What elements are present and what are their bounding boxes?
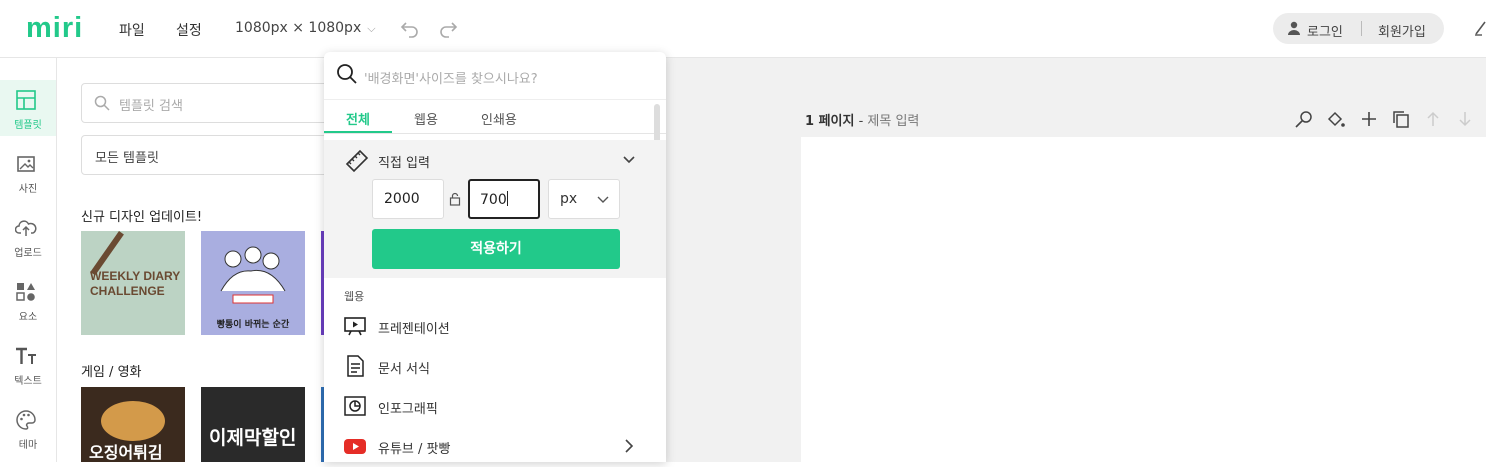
- tab-print[interactable]: 인쇄용: [481, 109, 517, 128]
- text-caret: [506, 191, 508, 206]
- youtube-icon: [344, 439, 366, 454]
- template-thumb[interactable]: 빵통이 바뀌는 순간: [201, 231, 305, 335]
- chevron-down-icon: [597, 196, 609, 203]
- chevron-right-icon: [625, 439, 634, 453]
- palette-icon: [16, 410, 36, 430]
- rail-item-elements[interactable]: 요소: [0, 272, 56, 328]
- rail-item-templates[interactable]: 템플릿: [0, 80, 56, 136]
- page-title[interactable]: 1 페이지 - 제목 입력: [805, 110, 919, 129]
- template-thumb[interactable]: 오징어튀김: [81, 387, 185, 462]
- left-rail: 템플릿 사진 업로드 요소 텍스트 테마: [0, 58, 57, 462]
- option-youtube[interactable]: 유튜브 / 팟빵: [324, 426, 666, 462]
- tab-all[interactable]: 전체: [346, 109, 370, 128]
- undo-icon[interactable]: [400, 20, 420, 38]
- rail-label: 템플릿: [14, 120, 42, 131]
- paint-bucket-icon[interactable]: [1325, 108, 1347, 130]
- search-placeholder: 템플릿 검색: [119, 99, 183, 114]
- chevron-down-icon[interactable]: [622, 152, 636, 166]
- search-icon: [337, 64, 357, 84]
- upload-cloud-icon: [15, 220, 37, 236]
- option-label: 프레젠테이션: [378, 322, 450, 337]
- thumb-text: WEEKLY DIARY CHALLENGE: [90, 269, 181, 298]
- user-icon: [1288, 21, 1300, 35]
- rail-item-text[interactable]: 텍스트: [0, 336, 56, 392]
- chevron-down-icon: ⌵: [367, 22, 376, 35]
- text-icon: [16, 347, 36, 364]
- lock-icon[interactable]: [449, 192, 461, 206]
- template-thumb[interactable]: WEEKLY DIARY CHALLENGE: [81, 231, 185, 335]
- canvas-size-dropdown: '배경화면'사이즈를 찾으시나요? 전체 웹용 인쇄용 직접 입력 2000 7…: [324, 52, 666, 462]
- infographic-icon: [344, 396, 366, 416]
- magic-brush-icon[interactable]: [1293, 108, 1315, 130]
- ruler-icon: [345, 149, 369, 173]
- template-thumb[interactable]: 이제막할인: [201, 387, 305, 462]
- option-label: 문서 서식: [378, 362, 430, 377]
- rail-label: 업로드: [14, 248, 42, 259]
- canvas-size-label: 1080px × 1080px: [235, 20, 362, 36]
- rail-item-theme[interactable]: 테마: [0, 400, 56, 456]
- section-title: 신규 디자인 업데이트!: [81, 210, 203, 225]
- food-image: [101, 401, 165, 441]
- top-bar: miri 파일 설정 1080px × 1080px ⌵ 로그인 회원가입: [0, 0, 1486, 58]
- elements-icon: [16, 283, 35, 301]
- duplicate-page-icon[interactable]: [1390, 108, 1412, 130]
- document-icon: [347, 355, 364, 377]
- menu-settings[interactable]: 설정: [176, 20, 202, 40]
- rail-item-photos[interactable]: 사진: [0, 144, 56, 200]
- tab-web[interactable]: 웹용: [414, 109, 438, 128]
- move-up-icon[interactable]: [1422, 108, 1444, 130]
- page-number: 1 페이지: [805, 114, 855, 129]
- page-sep: -: [854, 114, 868, 129]
- presentation-icon: [344, 317, 366, 336]
- signup-button[interactable]: 회원가입: [1378, 21, 1426, 40]
- rail-label: 요소: [18, 312, 38, 323]
- custom-size-title: 직접 입력: [378, 156, 430, 171]
- rail-label: 테마: [18, 440, 38, 451]
- height-input[interactable]: 700: [468, 179, 540, 219]
- move-down-icon[interactable]: [1454, 108, 1476, 130]
- thumb-text: 오징어튀김: [89, 443, 163, 462]
- unit-select[interactable]: px: [548, 179, 620, 219]
- divider: [1361, 21, 1362, 36]
- pen-icon[interactable]: [1474, 18, 1486, 36]
- rail-item-upload[interactable]: 업로드: [0, 208, 56, 264]
- template-search-input[interactable]: 템플릿 검색: [81, 83, 341, 123]
- custom-size-section: 직접 입력 2000 700 px 적용하기: [324, 140, 666, 278]
- option-label: 인포그래픽: [378, 402, 438, 417]
- editor-area: 1 페이지 - 제목 입력: [665, 58, 1486, 467]
- menu-file[interactable]: 파일: [119, 20, 145, 40]
- auth-pill: 로그인 회원가입: [1273, 13, 1444, 44]
- size-search-placeholder: '배경화면'사이즈를 찾으시나요?: [364, 72, 538, 87]
- layout-icon: [16, 90, 36, 110]
- search-icon: [94, 95, 110, 111]
- template-panel: 템플릿 검색 모든 템플릿 신규 디자인 업데이트! WEEKLY DIARY C…: [57, 58, 341, 462]
- design-canvas[interactable]: [801, 137, 1486, 467]
- size-search-input[interactable]: '배경화면'사이즈를 찾으시나요?: [324, 52, 666, 100]
- login-button[interactable]: 로그인: [1307, 21, 1343, 40]
- thumb-text: 이제막할인: [209, 427, 297, 449]
- rail-label: 사진: [18, 184, 38, 195]
- apply-button[interactable]: 적용하기: [372, 229, 620, 269]
- logo[interactable]: miri: [26, 12, 83, 45]
- tab-indicator: [324, 131, 392, 133]
- thumb-text: 빵통이 바뀌는 순간: [216, 320, 290, 330]
- redo-icon[interactable]: [438, 20, 458, 38]
- rail-label: 텍스트: [14, 376, 42, 387]
- add-page-icon[interactable]: [1358, 108, 1380, 130]
- page-title-input[interactable]: 제목 입력: [867, 114, 919, 129]
- section-title: 게임 / 영화: [81, 365, 142, 380]
- image-icon: [17, 156, 35, 172]
- option-document[interactable]: 문서 서식: [324, 346, 666, 386]
- option-presentation[interactable]: 프레젠테이션: [324, 306, 666, 346]
- size-tabs: 전체 웹용 인쇄용: [324, 100, 666, 134]
- unit-value: px: [560, 191, 578, 207]
- group-label: 웹용: [344, 290, 365, 303]
- option-label: 유튜브 / 팟빵: [378, 442, 451, 457]
- width-input[interactable]: 2000: [372, 179, 444, 219]
- option-infographic[interactable]: 인포그래픽: [324, 386, 666, 426]
- height-value: 700: [480, 192, 507, 208]
- canvas-size-selector[interactable]: 1080px × 1080px ⌵: [235, 20, 376, 36]
- template-filter-select[interactable]: 모든 템플릿: [81, 135, 341, 175]
- filter-value: 모든 템플릿: [95, 151, 159, 166]
